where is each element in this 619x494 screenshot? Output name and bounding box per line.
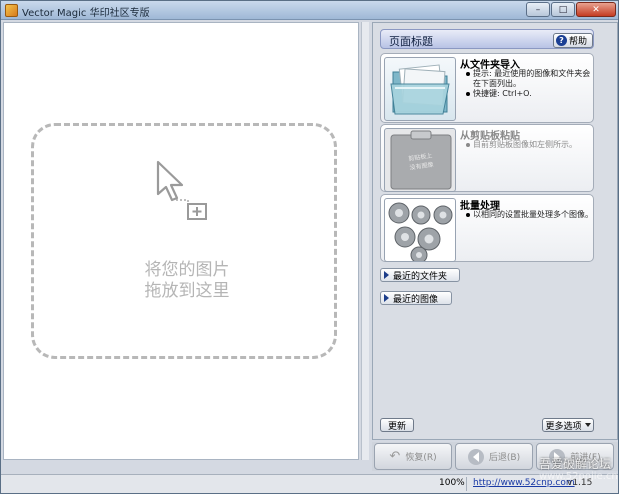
update-button[interactable]: 更新 — [380, 418, 414, 432]
title-bar: Vector Magic 华印社区专版 – □ ✕ — [1, 1, 618, 20]
dropzone[interactable]: 将您的图片 拖放到这里 — [31, 123, 337, 359]
card-description: 提示: 最近使用的图像和文件夹会在下面列出。 快捷键: Ctrl+O. — [465, 69, 593, 99]
drop-hint-line1: 将您的图片 — [144, 260, 230, 280]
restore-label: 恢复(R) — [405, 453, 437, 463]
wizard-panel: 页面标题 ? 帮助 从文件夹导入 提示: 最近使用的图像和文件夹会在下面列出。 — [372, 22, 618, 440]
page-title: 页面标题 — [389, 35, 433, 48]
window-controls: – □ ✕ — [526, 2, 616, 17]
back-arrow-icon — [467, 448, 484, 465]
back-button[interactable]: 后退(B) — [455, 443, 533, 470]
status-separator — [466, 477, 467, 491]
folder-icon — [390, 64, 450, 115]
recent-folders-button[interactable]: 最近的文件夹 — [380, 268, 460, 282]
card-bullet: 提示: 最近使用的图像和文件夹会在下面列出。 — [465, 69, 593, 89]
minimize-button[interactable]: – — [526, 2, 550, 17]
drop-hint-line2: 拖放到这里 — [144, 281, 230, 301]
recent-images-label: 最近的图像 — [393, 294, 439, 305]
restore-button[interactable]: ↶ 恢复(R) — [374, 443, 452, 470]
restore-icon: ↶ — [389, 449, 401, 464]
import-from-folder-card[interactable]: 从文件夹导入 提示: 最近使用的图像和文件夹会在下面列出。 快捷键: Ctrl+… — [380, 53, 594, 123]
recent-folders-label: 最近的文件夹 — [393, 271, 448, 282]
zoom-level: 100% — [439, 478, 465, 488]
pane-splitter[interactable] — [361, 22, 369, 460]
update-label: 更新 — [387, 421, 406, 432]
clipboard-thumb: 剪贴板上 没有图像 — [384, 128, 456, 192]
drag-cursor-icon — [156, 160, 207, 220]
close-icon: ✕ — [592, 4, 600, 15]
folder-thumb — [384, 57, 456, 121]
paste-from-clipboard-card: 剪贴板上 没有图像 从剪贴板粘贴 目前剪贴板图像如左侧所示。 — [380, 124, 594, 192]
more-options-button[interactable]: 更多选项 — [542, 418, 594, 432]
batch-process-card[interactable]: 批量处理 以相同的设置批量处理多个图像。 — [380, 194, 594, 262]
watermark-text: 吾爱破解论坛 — [539, 457, 612, 471]
card-bullet: 目前剪贴板图像如左侧所示。 — [465, 140, 593, 150]
card-description: 以相同的设置批量处理多个图像。 — [465, 210, 593, 220]
card-bullet: 以相同的设置批量处理多个图像。 — [465, 210, 593, 220]
help-icon: ? — [556, 35, 567, 46]
gears-thumb — [384, 198, 456, 262]
maximize-icon: □ — [558, 4, 568, 15]
window-title: Vector Magic 华印社区专版 — [22, 8, 150, 19]
app-window: Vector Magic 华印社区专版 – □ ✕ 将您的图片 拖放到这里 页面… — [0, 0, 619, 494]
help-button[interactable]: ? 帮助 — [553, 33, 593, 48]
app-logo-icon — [5, 4, 18, 17]
card-description: 目前剪贴板图像如左侧所示。 — [465, 140, 593, 150]
help-label: 帮助 — [569, 37, 588, 47]
close-button[interactable]: ✕ — [576, 2, 616, 17]
expand-arrow-icon — [384, 294, 389, 302]
more-options-label: 更多选项 — [545, 421, 582, 432]
minimize-icon: – — [535, 4, 541, 15]
watermark-url: www.52pojie.cn — [539, 471, 618, 482]
expand-arrow-icon — [384, 271, 389, 279]
status-bar: 100% http://www.52cnp.com v1.15 — [1, 474, 618, 493]
card-bullet: 快捷键: Ctrl+O. — [465, 89, 593, 99]
panel-header: 页面标题 ? 帮助 — [380, 29, 594, 49]
back-label: 后退(B) — [488, 453, 521, 463]
gears-icon — [388, 202, 453, 261]
recent-images-button[interactable]: 最近的图像 — [380, 291, 452, 305]
image-drop-area[interactable]: 将您的图片 拖放到这里 — [3, 22, 359, 460]
dropdown-caret-icon — [584, 423, 591, 427]
maximize-button[interactable]: □ — [551, 2, 575, 17]
